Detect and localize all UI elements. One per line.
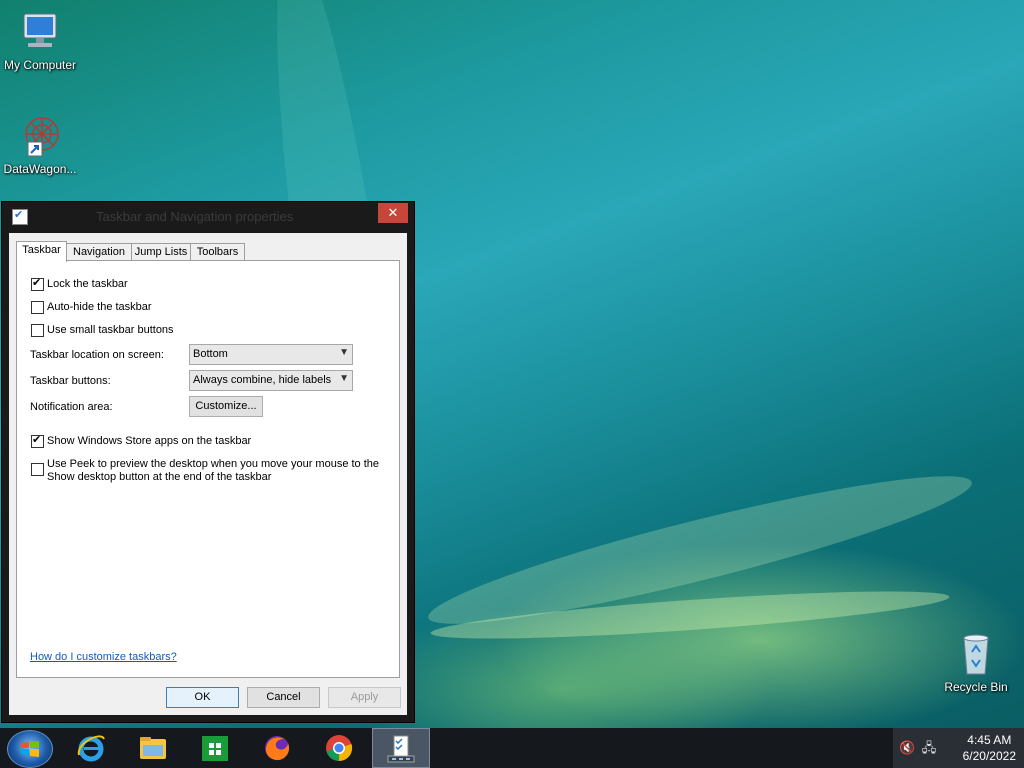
tab-navigation[interactable]: Navigation: [66, 243, 132, 261]
checkbox-label-line1: Use Peek to preview the desktop when you…: [47, 458, 380, 470]
cancel-button[interactable]: Cancel: [247, 687, 320, 708]
checkbox-label-line2: Show desktop button at the end of the ta…: [47, 471, 272, 483]
desktop-icon-recycle-bin[interactable]: Recycle Bin: [936, 630, 1016, 694]
taskbar-properties-icon: [12, 208, 28, 225]
desktop-icon-datawagon[interactable]: DataWagon...: [0, 112, 80, 176]
clock-time: 4:45 AM: [967, 733, 1012, 747]
taskbar-file-explorer[interactable]: [125, 728, 181, 768]
tab-taskbar[interactable]: Taskbar: [16, 241, 67, 262]
taskbar-chrome[interactable]: [311, 728, 367, 768]
help-link[interactable]: How do I customize taskbars?: [30, 651, 177, 663]
ok-button[interactable]: OK: [166, 687, 239, 708]
taskbar-internet-explorer[interactable]: [63, 728, 119, 768]
firefox-icon: [265, 736, 290, 761]
clock[interactable]: 4:45 AM 6/20/2022: [963, 732, 1016, 764]
checkbox-label: Show Windows Store apps on the taskbar: [47, 435, 252, 447]
recycle-bin-icon: [952, 630, 1000, 678]
windows-store-icon: [202, 736, 228, 761]
desktop-icon-label: Recycle Bin: [944, 680, 1008, 694]
computer-icon: [16, 8, 64, 56]
checkbox-box[interactable]: [31, 463, 44, 476]
desktop-icon-label: DataWagon...: [3, 162, 77, 176]
chevron-down-icon: ▼: [339, 347, 349, 358]
checkbox-box[interactable]: [31, 324, 44, 337]
notification-area-label: Notification area:: [30, 401, 113, 413]
start-button[interactable]: [7, 730, 53, 768]
taskbar-properties-window[interactable]: [372, 728, 430, 768]
dialog-title: Taskbar and Navigation properties: [96, 209, 294, 224]
system-tray: 🔇 🖧 4:45 AM 6/20/2022: [893, 728, 1024, 768]
checkbox-box[interactable]: [31, 301, 44, 314]
internet-explorer-icon: [77, 735, 105, 762]
select-value: Bottom: [193, 348, 228, 360]
apply-button[interactable]: Apply: [328, 687, 401, 708]
tab-jump-lists[interactable]: Jump Lists: [131, 243, 191, 261]
chrome-icon: [326, 735, 353, 762]
customize-button[interactable]: Customize...: [189, 396, 263, 417]
clock-date: 6/20/2022: [962, 749, 1016, 763]
checkbox-label: Lock the taskbar: [47, 278, 128, 290]
checkbox-box[interactable]: [31, 276, 44, 291]
taskbar: 🔇 🖧 4:45 AM 6/20/2022: [0, 728, 1024, 768]
taskbar-firefox[interactable]: [249, 728, 305, 768]
desktop-icon-label: My Computer: [3, 58, 77, 72]
taskbar-windows-store[interactable]: [187, 728, 243, 768]
taskbar-buttons-select[interactable]: Always combine, hide labels ▼: [189, 370, 353, 391]
windows-logo-icon: [21, 741, 39, 757]
desktop-icon-my-computer[interactable]: My Computer: [0, 8, 80, 72]
file-explorer-icon: [140, 737, 166, 759]
datawagon-shortcut-icon: [16, 112, 64, 160]
network-icon[interactable]: 🖧: [921, 740, 937, 756]
volume-muted-icon[interactable]: 🔇: [899, 740, 915, 756]
tab-toolbars[interactable]: Toolbars: [190, 243, 245, 261]
select-value: Always combine, hide labels: [193, 374, 332, 386]
location-select[interactable]: Bottom ▼: [189, 344, 353, 365]
taskbar-properties-icon: [387, 735, 415, 763]
chevron-down-icon: ▼: [339, 373, 349, 384]
taskbar-tab-panel: Lock the taskbar Auto-hide the taskbar U…: [16, 260, 400, 678]
wallpaper-streak: [429, 581, 951, 649]
dialog-body: Taskbar Navigation Jump Lists Toolbars L…: [9, 233, 407, 715]
dialog-titlebar[interactable]: Taskbar and Navigation properties ✕: [2, 202, 414, 232]
wallpaper-streak: [421, 453, 979, 647]
close-button[interactable]: ✕: [378, 203, 408, 223]
checkbox-box[interactable]: [31, 433, 44, 448]
checkbox-label: Auto-hide the taskbar: [47, 301, 152, 313]
taskbar-properties-dialog: Taskbar and Navigation properties ✕ Task…: [1, 201, 415, 723]
location-label: Taskbar location on screen:: [30, 349, 164, 361]
checkbox-label: Use small taskbar buttons: [47, 324, 174, 336]
taskbar-buttons-label: Taskbar buttons:: [30, 375, 111, 387]
